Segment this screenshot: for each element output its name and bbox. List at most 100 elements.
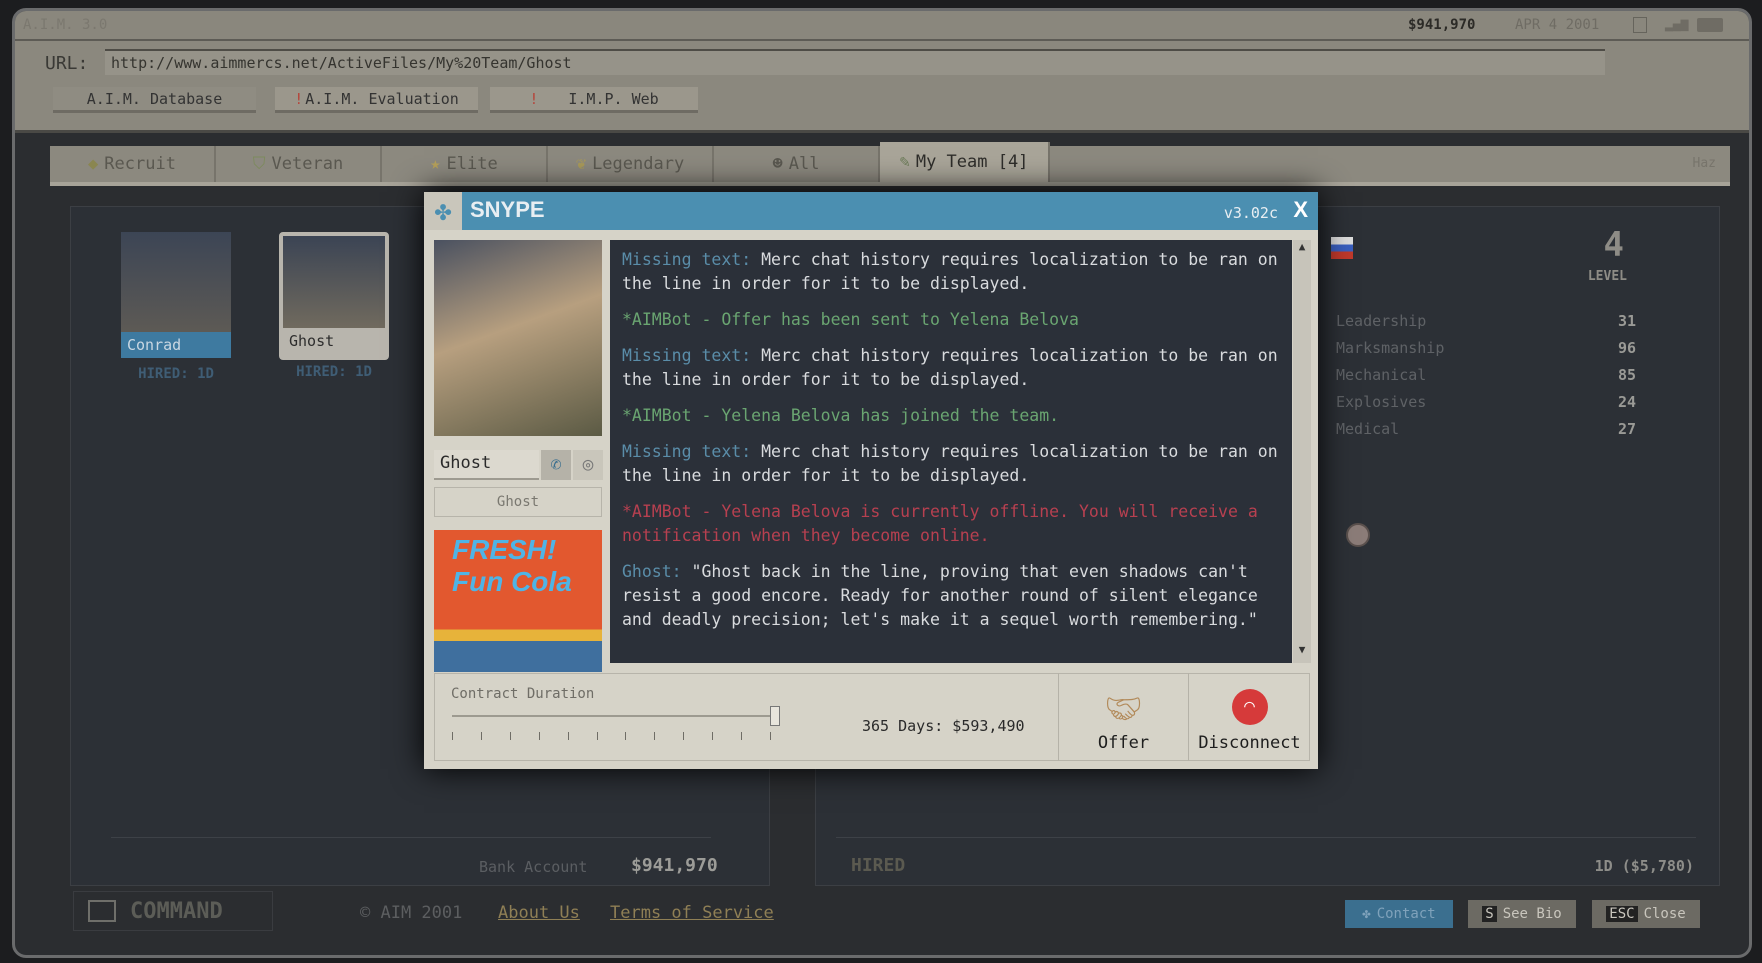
tab-elite[interactable]: ★ Elite [382,146,548,182]
tab-recruit[interactable]: ◆ Recruit [50,146,216,182]
copyright: © AIM 2001 [360,903,463,923]
chat-history: Missing text: Merc chat history requires… [610,240,1292,663]
snype-header: ✤ SNYPE v3.02c X [424,192,1318,230]
money-icon: ✎ [899,152,910,172]
tab-all[interactable]: ☻ All [714,146,880,182]
chat-message: *AIMBot - Yelena Belova has joined the t… [622,404,1280,428]
about-us-link[interactable]: About Us [498,903,580,923]
snype-logo-icon: ✤ [424,192,462,230]
tab-my-team[interactable]: ✎ My Team [4] [880,142,1050,182]
tab-label: All [788,154,820,174]
contact-subtitle: Ghost [434,487,602,517]
phone-icon[interactable]: ✆ [541,450,571,480]
slider-tick [712,732,714,740]
message-text: *AIMBot - Yelena Belova is currently off… [622,502,1258,545]
message-text: "Ghost back in the line, proving that ev… [622,562,1258,629]
url-label: URL: [45,53,89,74]
chat-message: Ghost: "Ghost back in the line, proving … [622,560,1280,632]
tab-legendary[interactable]: ❦ Legendary [548,146,714,182]
tab-bar: ◆ Recruit ⛉ Veteran ★ Elite ❦ Legendary ☻ All… [50,142,1730,186]
slider-tick [567,732,569,740]
contract-slider[interactable] [452,706,780,726]
hazmat-logo: Haz [1692,156,1716,171]
battery-icon [1697,18,1723,32]
divider [836,837,1696,838]
message-prefix: Missing text: [622,250,752,269]
skill-leadership: Leadership 31 [1336,311,1636,330]
slider-tick [452,732,453,740]
fun-cola-ad[interactable]: FRESH! Fun Cola [434,530,602,672]
merc-card-ghost[interactable]: Ghost HIRED: 1D [279,232,389,380]
contact-portrait [434,240,602,436]
message-prefix: Missing text: [622,442,752,461]
contract-value: 365 Days: $593,490 [862,717,1025,735]
slider-thumb[interactable] [770,706,780,726]
app-title: A.I.M. 3.0 [23,17,108,33]
message-prefix: Ghost: [622,562,682,581]
chevron-icon: ⛉ [252,154,266,174]
offer-button[interactable]: 🤝︎ Offer [1058,673,1188,761]
nav-aim-evaluation[interactable]: ! A.I.M. Evaluation [275,87,478,113]
level-label: LEVEL [1587,269,1627,284]
url-input[interactable]: http://www.aimmercs.net/ActiveFiles/My%2… [105,49,1605,75]
slider-ticks [452,732,780,740]
conrad-portrait [121,232,231,332]
command-button[interactable]: COMMAND [73,891,273,931]
hired-status: HIRED: 1D [138,366,214,382]
slider-tick [596,732,598,740]
skill-explosives: Explosives 24 [1336,392,1636,411]
slider-tick [770,732,771,740]
alert-icon: ! [529,89,539,108]
ad-text: FRESH! Fun Cola [452,534,572,597]
nav-imp-web[interactable]: ! I.M.P. Web [490,87,698,113]
snype-title: SNYPE [470,197,545,222]
merc-card-conrad[interactable]: Conrad HIRED: 1D [121,232,231,382]
nav-label: A.I.M. Evaluation [305,89,459,108]
tab-veteran[interactable]: ⛉ Veteran [216,146,382,182]
balance: $941,970 [1408,17,1476,33]
tab-label: My Team [4] [915,152,1029,172]
merc-name: Ghost [289,332,335,350]
skill-mechanical: Mechanical 85 [1336,365,1636,384]
button-label: Contact [1376,906,1436,922]
nav-aim-database[interactable]: A.I.M. Database [53,87,256,113]
magnifier-icon[interactable] [1346,523,1370,547]
scroll-down-icon[interactable]: ▼ [1293,643,1311,663]
alert-icon: ! [294,89,304,108]
chat-message: Missing text: Merc chat history requires… [622,344,1280,392]
calendar-icon[interactable] [1633,17,1647,33]
webcam-icon[interactable]: ◎ [573,450,603,480]
hired-value: 1D ($5,780) [1594,857,1694,875]
contract-duration-label: Contract Duration [451,686,595,702]
slider-tick [509,732,511,740]
top-bar: A.I.M. 3.0 $941,970 APR 4 2001 ▂▄▆ [15,11,1749,41]
hired-status: HIRED: 1D [296,364,372,380]
nav-label: I.M.P. Web [568,89,659,108]
bank-label: Bank Account [479,858,588,876]
disconnect-label: Disconnect [1198,733,1301,753]
wings-icon: ❦ [575,154,587,174]
tab-label: Recruit [104,154,176,174]
slider-tick [683,732,685,740]
slider-tick [480,732,482,740]
button-label: Close [1643,906,1686,922]
chat-scrollbar[interactable]: ▲ ▼ [1293,240,1311,663]
slider-tick [625,732,627,740]
message-text: *AIMBot - Offer has been sent to Yelena … [622,310,1079,329]
contact-button[interactable]: ✤ Contact [1345,900,1453,928]
signal-icon: ▂▄▆ [1665,17,1689,32]
tab-label: Veteran [271,154,344,174]
disconnect-button[interactable]: ⌒ Disconnect [1188,673,1310,761]
date: APR 4 2001 [1515,17,1600,33]
handshake-icon: 🤝︎ [1104,692,1143,727]
skills-list: Leadership 31 Marksmanship 96 Mechanical 85… [1336,307,1636,442]
scroll-up-icon[interactable]: ▲ [1293,240,1311,260]
close-dialog-button[interactable]: X [1293,197,1308,223]
terms-link[interactable]: Terms of Service [610,903,774,923]
nav-label: A.I.M. Database [86,89,223,108]
see-bio-button[interactable]: S See Bio [1468,900,1576,928]
command-icon [88,900,116,922]
snype-version: v3.02c [1223,204,1278,222]
close-button[interactable]: ESC Close [1592,900,1700,928]
snype-dialog: ✤ SNYPE v3.02c X Ghost ✆ ◎ Ghost FRESH! … [424,192,1318,769]
